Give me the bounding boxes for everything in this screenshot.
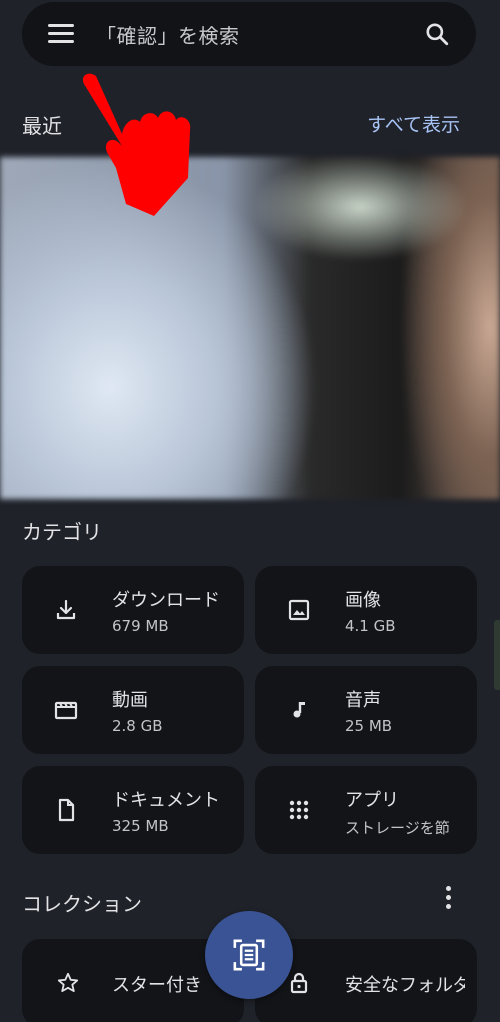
more-options-icon[interactable] <box>440 886 456 912</box>
search-icon[interactable] <box>424 21 450 47</box>
document-icon <box>54 798 78 822</box>
music-note-icon <box>287 698 311 722</box>
hamburger-menu-icon[interactable] <box>48 24 74 44</box>
category-label: ドキュメント <box>112 790 220 811</box>
recent-section-title: 最近 <box>22 114 62 138</box>
category-label: アプリ <box>345 790 399 811</box>
categories-section-title: カテゴリ <box>22 520 102 544</box>
category-apps[interactable]: アプリ ストレージを節 <box>255 766 477 854</box>
category-downloads[interactable]: ダウンロード 679 MB <box>22 566 244 654</box>
category-size: 2.8 GB <box>112 717 163 735</box>
category-label: 動画 <box>112 690 148 711</box>
category-videos[interactable]: 動画 2.8 GB <box>22 666 244 754</box>
lock-icon <box>287 971 311 995</box>
movie-clapper-icon <box>54 698 78 722</box>
show-all-link[interactable]: すべて表示 <box>367 110 460 137</box>
collection-label: 安全なフォルダ <box>345 975 465 996</box>
category-label: 画像 <box>345 590 381 611</box>
category-images[interactable]: 画像 4.1 GB <box>255 566 477 654</box>
download-icon <box>54 598 78 622</box>
category-label: ダウンロード <box>112 590 220 611</box>
recent-image-thumbnail[interactable] <box>0 157 500 499</box>
edge-panel-handle[interactable] <box>494 620 500 690</box>
image-icon <box>287 598 311 622</box>
category-size: ストレージを節 <box>345 819 450 837</box>
apps-grid-icon <box>287 798 311 822</box>
document-scanner-icon <box>233 939 265 971</box>
star-icon <box>56 971 80 995</box>
category-label: 音声 <box>345 690 381 711</box>
search-input[interactable]: 「確認」を検索 <box>96 20 240 49</box>
category-size: 325 MB <box>112 817 169 835</box>
search-bar[interactable]: 「確認」を検索 <box>22 2 476 66</box>
scan-document-button[interactable] <box>205 911 293 999</box>
category-size: 679 MB <box>112 617 169 635</box>
category-size: 25 MB <box>345 717 393 735</box>
category-size: 4.1 GB <box>345 617 396 635</box>
collections-section-title: コレクション <box>22 892 142 916</box>
category-audio[interactable]: 音声 25 MB <box>255 666 477 754</box>
category-documents[interactable]: ドキュメント 325 MB <box>22 766 244 854</box>
